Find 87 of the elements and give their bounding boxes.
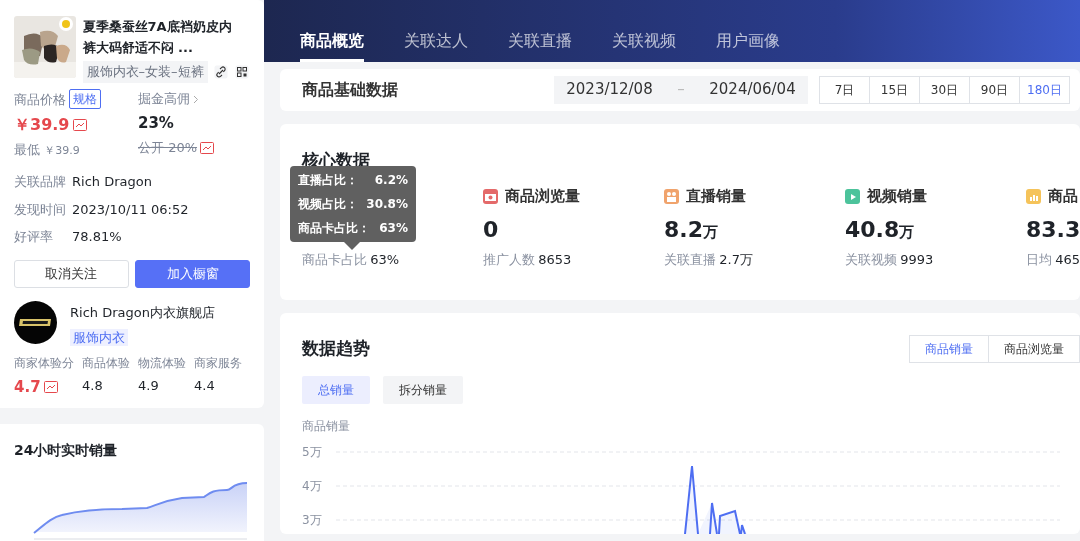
metric-label: 视频销量 (866, 185, 927, 207)
shop-name[interactable]: Rich Dragon内衣旗舰店 (70, 302, 215, 323)
score-label: 商家服务 (194, 355, 243, 373)
qr-code-icon[interactable] (234, 65, 249, 79)
section-title: 24小时实时销量 (14, 441, 119, 460)
score-value: 4.8 (82, 376, 103, 395)
period-button[interactable]: 15日 (869, 75, 920, 104)
period-button[interactable]: 30日 (919, 75, 970, 104)
metric-value: 8.2 (664, 215, 703, 244)
info-label: 发现时间 (14, 200, 67, 219)
nav-tab[interactable]: 关联视频 (612, 0, 676, 62)
score-value: 4.9 (138, 376, 159, 395)
section-title: 商品基础数据 (302, 78, 399, 101)
axis-tick-label: 5万 (302, 444, 322, 459)
spec-tag[interactable]: 规格 (69, 89, 102, 110)
score-label: 商家体验分 (14, 355, 75, 373)
tooltip-label: 商品卡占比： (298, 219, 370, 237)
public-rate: 公开 20% (138, 138, 198, 157)
metric-label: 商品浏览量 (504, 185, 580, 207)
line-chart-drawing (684, 464, 747, 534)
period-button[interactable]: 180日 (1019, 75, 1070, 104)
people-icon (664, 188, 679, 204)
eye-icon (483, 188, 498, 204)
axis-title: 商品销量 (302, 417, 350, 435)
tooltip-label: 视频占比： (298, 195, 358, 213)
metric-value: 83.3 (1026, 215, 1080, 244)
metric-sub-label: 关联直播 (664, 250, 716, 269)
mode-toggle-button[interactable]: 拆分销量 (383, 375, 463, 404)
tooltip-value: 30.8% (366, 195, 408, 213)
tooltip-label: 直播占比： (298, 171, 358, 189)
nav-tab[interactable]: 关联达人 (404, 0, 468, 62)
metric-value: 0 (483, 215, 499, 244)
score-value: 4.7 (14, 376, 41, 398)
metric-sub-label: 商品卡占比 (302, 250, 367, 269)
shop-category-tag: 服饰内衣 (70, 329, 128, 347)
price-value: ￥39.9 (14, 113, 70, 136)
nav-tab[interactable]: 关联直播 (508, 0, 572, 62)
metric-sub-label: 日均 (1026, 250, 1052, 269)
score-label: 物流体验 (138, 355, 187, 373)
commission-label: 掘金高佣 (138, 90, 190, 109)
metric-toggle-button[interactable]: 商品浏览量 (988, 334, 1080, 363)
metric-sub-value: 63% (370, 250, 400, 269)
mode-toggle-button[interactable]: 总销量 (302, 375, 370, 404)
period-button[interactable]: 90日 (969, 75, 1020, 104)
metric-sub-value: 2.7万 (719, 250, 753, 269)
nav-tab[interactable]: 商品概览 (300, 0, 364, 62)
metric-unit: 万 (899, 222, 915, 243)
info-label: 好评率 (14, 228, 54, 247)
metric-sub-label: 关联视频 (845, 250, 897, 269)
unfollow-button[interactable]: 取消关注 (14, 259, 129, 288)
trend-icon[interactable] (43, 380, 58, 393)
lowest-price-label: 最低 (14, 141, 40, 157)
score-label: 商品体验 (82, 355, 131, 373)
info-value: Rich Dragon (72, 173, 152, 192)
price-label: 商品价格 (14, 90, 66, 109)
section-title: 数据趋势 (302, 336, 370, 360)
tooltip-value: 63% (379, 219, 408, 237)
category-tag: 服饰内衣–女装–短裤 (82, 61, 208, 83)
metric-sub-value: 465 (1055, 250, 1080, 269)
metric-value: 40.8 (845, 215, 900, 244)
bar-chart-icon (1026, 188, 1041, 204)
score-value: 4.4 (194, 376, 215, 395)
metric-label: 直播销量 (685, 185, 746, 207)
axis-tick-label: 4万 (302, 478, 322, 493)
metric-sub-value: 8653 (538, 250, 572, 269)
chevron-right-icon[interactable] (193, 94, 200, 104)
trend-icon[interactable] (72, 118, 87, 131)
play-icon (845, 188, 860, 204)
nav-tab[interactable]: 用户画像 (716, 0, 780, 62)
info-value: 78.81% (72, 228, 122, 247)
info-value: 2023/10/11 06:52 (72, 200, 189, 219)
date-range-field[interactable]: 2023/12/08 – 2024/06/04 (554, 75, 808, 104)
metric-sub-label: 推广人数 (483, 250, 535, 269)
commission-value: 23% (138, 113, 175, 134)
metric-unit: 万 (703, 222, 718, 243)
lowest-price: ￥39.9 (44, 143, 80, 157)
info-label: 关联品牌 (14, 173, 67, 192)
metric-label: 商品 (1047, 185, 1078, 207)
link-icon[interactable] (214, 65, 228, 79)
add-to-showcase-button[interactable]: 加入橱窗 (135, 259, 250, 288)
metric-sub-value: 9993 (900, 250, 934, 269)
tooltip-value: 6.2% (374, 171, 408, 189)
axis-tick-label: 3万 (302, 512, 322, 527)
period-button[interactable]: 7日 (819, 75, 870, 104)
product-title: 夏季桑蚕丝7A底裆奶皮内裤大码舒适不闷 ... (82, 18, 233, 57)
trend-icon[interactable] (200, 141, 215, 154)
metric-toggle-button[interactable]: 商品销量 (909, 334, 989, 363)
